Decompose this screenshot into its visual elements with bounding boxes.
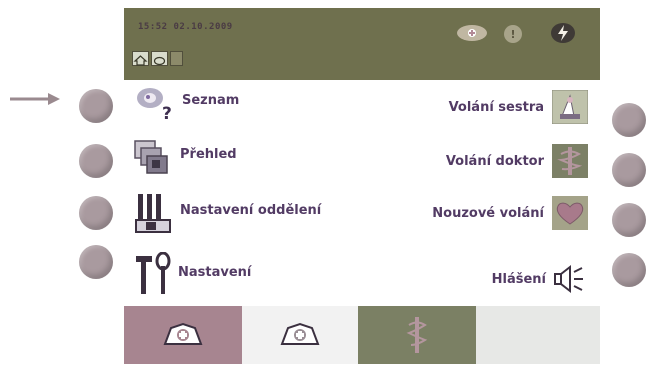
menu-item-nastaveni[interactable]: Nastavení xyxy=(134,252,251,296)
bottom-nav xyxy=(124,306,600,364)
tab-home[interactable] xyxy=(132,51,149,66)
svg-text:!: ! xyxy=(510,28,515,41)
hardware-button-right-2[interactable] xyxy=(612,153,646,187)
menu-item-nouzove-volani[interactable]: Nouzové volání xyxy=(432,196,588,230)
tab-small[interactable] xyxy=(170,51,183,66)
status-tabs xyxy=(132,51,183,66)
tools-icon xyxy=(136,252,171,294)
speaker-icon xyxy=(554,264,583,294)
info-status-icon: ! xyxy=(504,25,522,43)
menu-item-volani-sestra[interactable]: Volání sestra xyxy=(449,90,588,124)
svg-text:?: ? xyxy=(162,104,172,122)
cloud-icon xyxy=(153,56,166,66)
nurse-status-icon xyxy=(457,25,487,41)
menu-item-seznam[interactable]: ? Seznam xyxy=(134,86,239,122)
home-icon xyxy=(133,55,148,66)
nav-tab-3[interactable] xyxy=(358,306,476,364)
nav-tab-2[interactable] xyxy=(242,306,358,364)
hardware-button-left-4[interactable] xyxy=(79,245,113,279)
datetime: 15:52 02.10.2009 xyxy=(138,22,233,32)
power-status-icon xyxy=(551,23,575,43)
pointer-arrow-icon xyxy=(10,93,60,105)
nurse-call-icon xyxy=(552,90,588,124)
menu-item-label: Hlášení xyxy=(491,271,546,287)
tab-active[interactable] xyxy=(151,51,168,66)
status-bar: 15:52 02.10.2009 ! xyxy=(124,8,600,80)
menu-item-volani-doktor[interactable]: Volání doktor xyxy=(446,144,588,178)
menu-item-label: Nastavení oddělení xyxy=(180,202,322,218)
hardware-button-right-1[interactable] xyxy=(612,103,646,137)
menu-item-prehled[interactable]: Přehled xyxy=(132,138,237,178)
menu-item-label: Přehled xyxy=(180,146,237,162)
nurse-cap-icon xyxy=(163,322,203,345)
hardware-button-left-2[interactable] xyxy=(79,144,113,178)
hardware-button-right-3[interactable] xyxy=(612,203,646,237)
heart-icon xyxy=(552,196,588,230)
nurse-cap-icon xyxy=(280,322,320,345)
menu-item-nastaveni-oddeleni[interactable]: Nastavení oddělení xyxy=(134,192,321,234)
device-screen: 15:52 02.10.2009 ! ? Seznam Přehled Nast… xyxy=(124,8,600,364)
hardware-button-right-4[interactable] xyxy=(612,253,646,287)
caduceus-icon xyxy=(406,317,428,353)
menu-item-label: Volání sestra xyxy=(448,99,544,115)
nav-tab-4[interactable] xyxy=(476,306,600,364)
menu-item-label: Volání doktor xyxy=(445,153,544,169)
menu-item-hlaseni[interactable]: Hlášení xyxy=(492,262,586,296)
menu-item-label: Nastavení xyxy=(178,264,252,280)
doctor-call-icon xyxy=(552,144,588,178)
ward-settings-icon xyxy=(135,194,171,233)
menu-item-label: Nouzové volání xyxy=(432,205,544,221)
menu-item-label: Seznam xyxy=(182,92,240,108)
hardware-button-left-3[interactable] xyxy=(79,196,113,230)
hardware-button-left-1[interactable] xyxy=(79,89,113,123)
main-menu: ? Seznam Přehled Nastavení oddělení Nast… xyxy=(124,80,600,306)
nav-tab-1[interactable] xyxy=(124,306,242,364)
overview-icon xyxy=(134,140,168,174)
help-icon: ? xyxy=(137,88,172,122)
